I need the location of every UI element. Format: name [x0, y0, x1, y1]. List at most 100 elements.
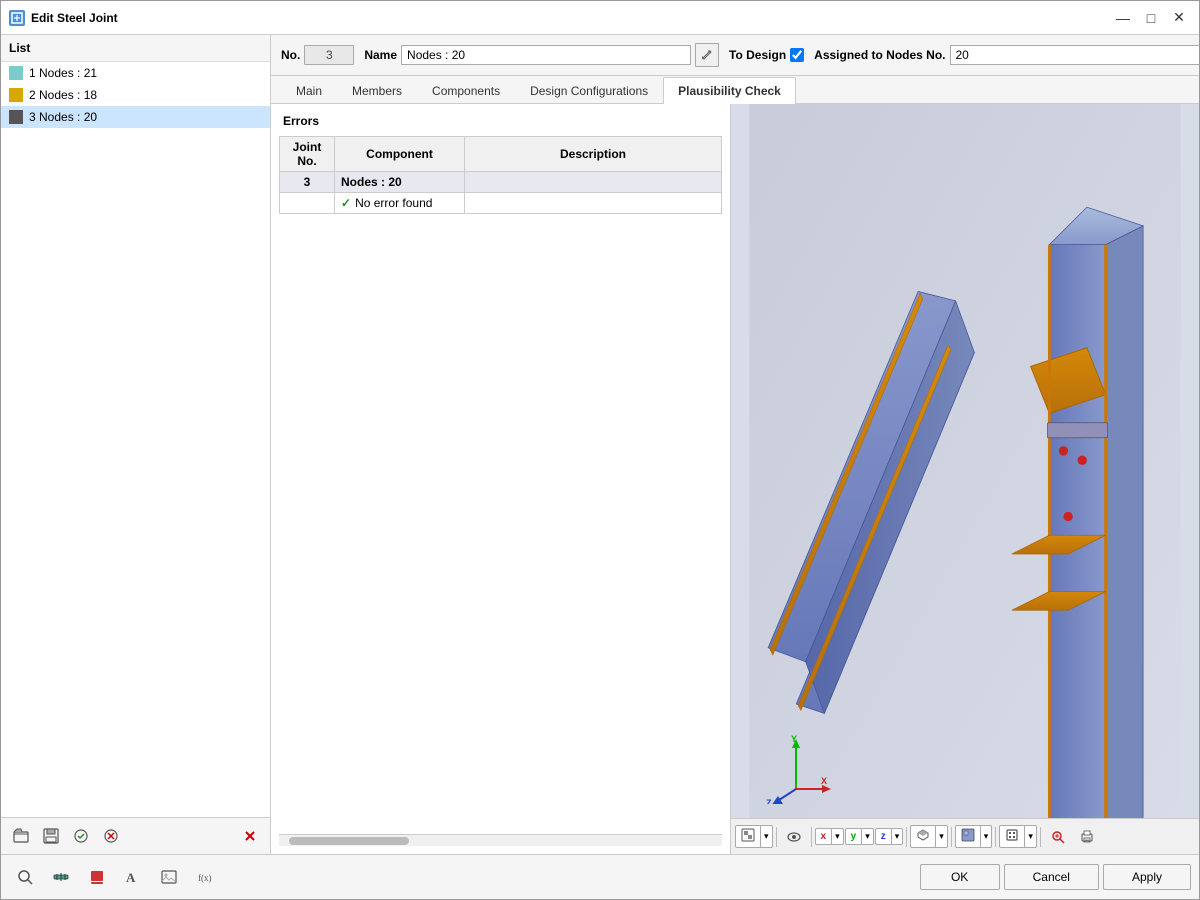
3d-view-split[interactable]: ▾ [910, 825, 948, 848]
add-folder-button[interactable] [7, 822, 35, 850]
name-field-group: Name [364, 43, 719, 67]
main-window: Edit Steel Joint — □ ✕ List 1 Nodes : 21… [0, 0, 1200, 900]
left-panel: List 1 Nodes : 21 2 Nodes : 18 3 Nodes :… [1, 35, 271, 854]
col-description: Description [465, 137, 722, 172]
y-axis-label[interactable]: y [846, 829, 863, 844]
3d-view: Top Left Front [731, 104, 1199, 854]
divider-3 [906, 827, 907, 847]
horizontal-scrollbar[interactable] [279, 834, 722, 846]
close-button[interactable]: ✕ [1167, 6, 1191, 30]
no-error-text: No error found [355, 196, 432, 210]
item-color-2 [9, 88, 23, 102]
joint-no-cell-2 [280, 193, 335, 214]
bottom-bar: A f(x) OK Cancel Apply [1, 854, 1199, 899]
z-axis-label[interactable]: z [876, 829, 892, 844]
maximize-button[interactable]: □ [1139, 6, 1163, 30]
view-options-arrow[interactable]: ▾ [761, 829, 772, 844]
y-axis-arrow[interactable]: ▾ [862, 829, 873, 844]
assigned-input[interactable] [950, 45, 1200, 65]
render-split[interactable]: ▾ [955, 825, 993, 848]
ok-button[interactable]: OK [920, 864, 1000, 890]
tab-design-config[interactable]: Design Configurations [515, 77, 663, 104]
item-color-3 [9, 110, 23, 124]
list-item-label-1: 1 Nodes : 21 [29, 66, 97, 80]
text-button[interactable]: A [117, 861, 149, 893]
to-design-checkbox[interactable] [790, 48, 804, 62]
save-button[interactable] [37, 822, 65, 850]
y-axis-split[interactable]: y ▾ [845, 828, 874, 845]
name-label: Name [364, 48, 397, 62]
no-field-group: No. [281, 45, 354, 65]
desc-cell-2 [465, 193, 722, 214]
edit-name-button[interactable] [695, 43, 719, 67]
x-axis-label[interactable]: x [816, 829, 833, 844]
check-icon: ✓ [341, 196, 351, 210]
x-axis-split[interactable]: x ▾ [815, 828, 844, 845]
tabs-bar: Main Members Components Design Configura… [271, 76, 1199, 104]
list-item[interactable]: 2 Nodes : 18 [1, 84, 270, 106]
image-button[interactable] [153, 861, 185, 893]
divider-2 [811, 827, 812, 847]
3d-view-icon[interactable] [911, 826, 936, 847]
view-options-split[interactable]: ▾ [735, 825, 773, 848]
apply-button[interactable]: Apply [1103, 864, 1191, 890]
eye-view-button[interactable] [780, 823, 808, 851]
svg-text:Y: Y [791, 734, 797, 744]
check-ok-button[interactable] [67, 822, 95, 850]
z-axis-arrow[interactable]: ▾ [892, 829, 903, 844]
app-icon [9, 10, 25, 26]
check-x-button[interactable] [97, 822, 125, 850]
view-options-icon[interactable] [736, 826, 761, 847]
x-axis-arrow[interactable]: ▾ [832, 829, 843, 844]
display-split[interactable]: ▾ [999, 825, 1037, 848]
cancel-button[interactable]: Cancel [1004, 864, 1099, 890]
name-input[interactable] [401, 45, 691, 65]
svg-text:Z: Z [766, 798, 772, 804]
errors-table-container: JointNo. Component Description 3 Nodes :… [279, 136, 722, 830]
svg-text:f(x): f(x) [198, 873, 212, 883]
delete-button[interactable] [236, 822, 264, 850]
col-joint-no: JointNo. [280, 137, 335, 172]
tab-plausibility[interactable]: Plausibility Check [663, 77, 796, 104]
list-item[interactable]: 3 Nodes : 20 [1, 106, 270, 128]
render-icon[interactable] [956, 826, 981, 847]
svg-text:A: A [126, 870, 136, 885]
fields-row: No. Name To Design [271, 35, 1199, 76]
tab-main[interactable]: Main [281, 77, 337, 104]
minimize-button[interactable]: — [1111, 6, 1135, 30]
window-controls: — □ ✕ [1111, 6, 1191, 30]
search-bottom-button[interactable] [9, 861, 41, 893]
formula-button[interactable]: f(x) [189, 861, 221, 893]
render-arrow[interactable]: ▾ [981, 829, 992, 844]
scrollbar-thumb[interactable] [289, 837, 409, 845]
view-toolbar: ▾ x ▾ [731, 818, 1199, 854]
tab-members[interactable]: Members [337, 77, 417, 104]
tab-components[interactable]: Components [417, 77, 515, 104]
content-area: Errors JointNo. Component Description [271, 104, 1199, 854]
no-error-cell: ✓ No error found [335, 193, 465, 214]
to-design-group: To Design [729, 48, 804, 62]
component-cell: Nodes : 20 [335, 172, 465, 193]
col-component: Component [335, 137, 465, 172]
svg-text:X: X [821, 776, 827, 786]
divider-1 [776, 827, 777, 847]
display-icon[interactable] [1000, 826, 1025, 847]
errors-title: Errors [279, 112, 722, 130]
joint-no-cell: 3 [280, 172, 335, 193]
measure-button[interactable] [45, 861, 77, 893]
print-button[interactable] [1073, 823, 1101, 851]
item-color-1 [9, 66, 23, 80]
list-item[interactable]: 1 Nodes : 21 [1, 62, 270, 84]
z-axis-split[interactable]: z ▾ [875, 828, 904, 845]
assigned-label: Assigned to Nodes No. [814, 48, 945, 62]
3d-view-arrow[interactable]: ▾ [936, 829, 947, 844]
errors-panel: Errors JointNo. Component Description [271, 104, 731, 854]
color-button[interactable] [81, 861, 113, 893]
no-input[interactable] [304, 45, 354, 65]
assigned-group: Assigned to Nodes No. [814, 43, 1199, 67]
desc-cell [465, 172, 722, 193]
right-panel: No. Name To Design [271, 35, 1199, 854]
zoom-button[interactable] [1044, 823, 1072, 851]
display-arrow[interactable]: ▾ [1025, 829, 1036, 844]
main-content: List 1 Nodes : 21 2 Nodes : 18 3 Nodes :… [1, 35, 1199, 854]
